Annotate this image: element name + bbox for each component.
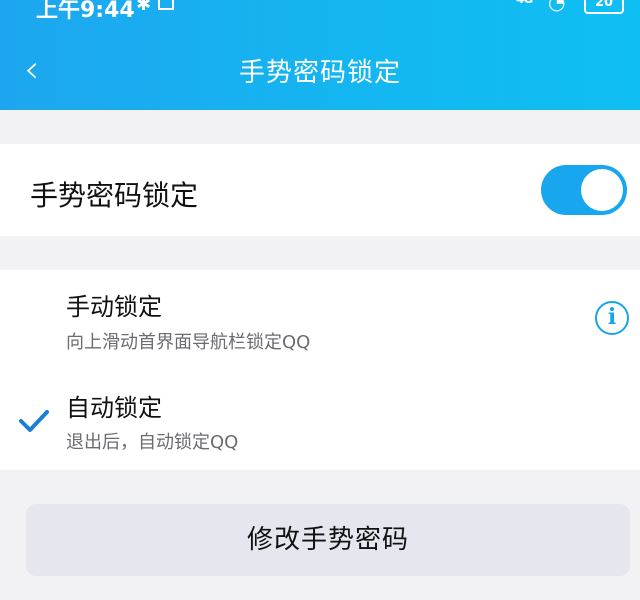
check-icon xyxy=(19,410,49,432)
option-title: 自动锁定 xyxy=(66,394,162,422)
option-title: 手动锁定 xyxy=(66,293,162,321)
toggle-label: 手势密码锁定 xyxy=(30,179,199,212)
page-title: 手势密码锁定 xyxy=(238,58,401,88)
info-icon[interactable]: i xyxy=(595,301,629,335)
status-time: 上午9:44 xyxy=(36,0,135,23)
status-bar: 上午9:44 ✱ 4G ◔ 20 xyxy=(0,0,640,23)
app-header: 上午9:44 ✱ 4G ◔ 20 ‹ 手势密码锁定 xyxy=(0,0,640,110)
signal-text: 4G xyxy=(516,0,533,6)
sim-icon xyxy=(158,0,174,10)
option-desc: 向上滑动首界面导航栏锁定QQ xyxy=(66,332,311,353)
toggle-knob xyxy=(581,169,623,211)
bluetooth-icon: ✱ xyxy=(136,0,152,15)
gesture-lock-toggle[interactable] xyxy=(541,165,627,215)
signal-icon: 4G xyxy=(516,0,533,6)
wifi-icon: ◔ xyxy=(548,0,566,14)
modify-gesture-password-button[interactable]: 修改手势密码 xyxy=(26,504,630,576)
option-desc: 退出后，自动锁定QQ xyxy=(66,432,239,453)
battery-indicator: 20 xyxy=(584,0,624,14)
